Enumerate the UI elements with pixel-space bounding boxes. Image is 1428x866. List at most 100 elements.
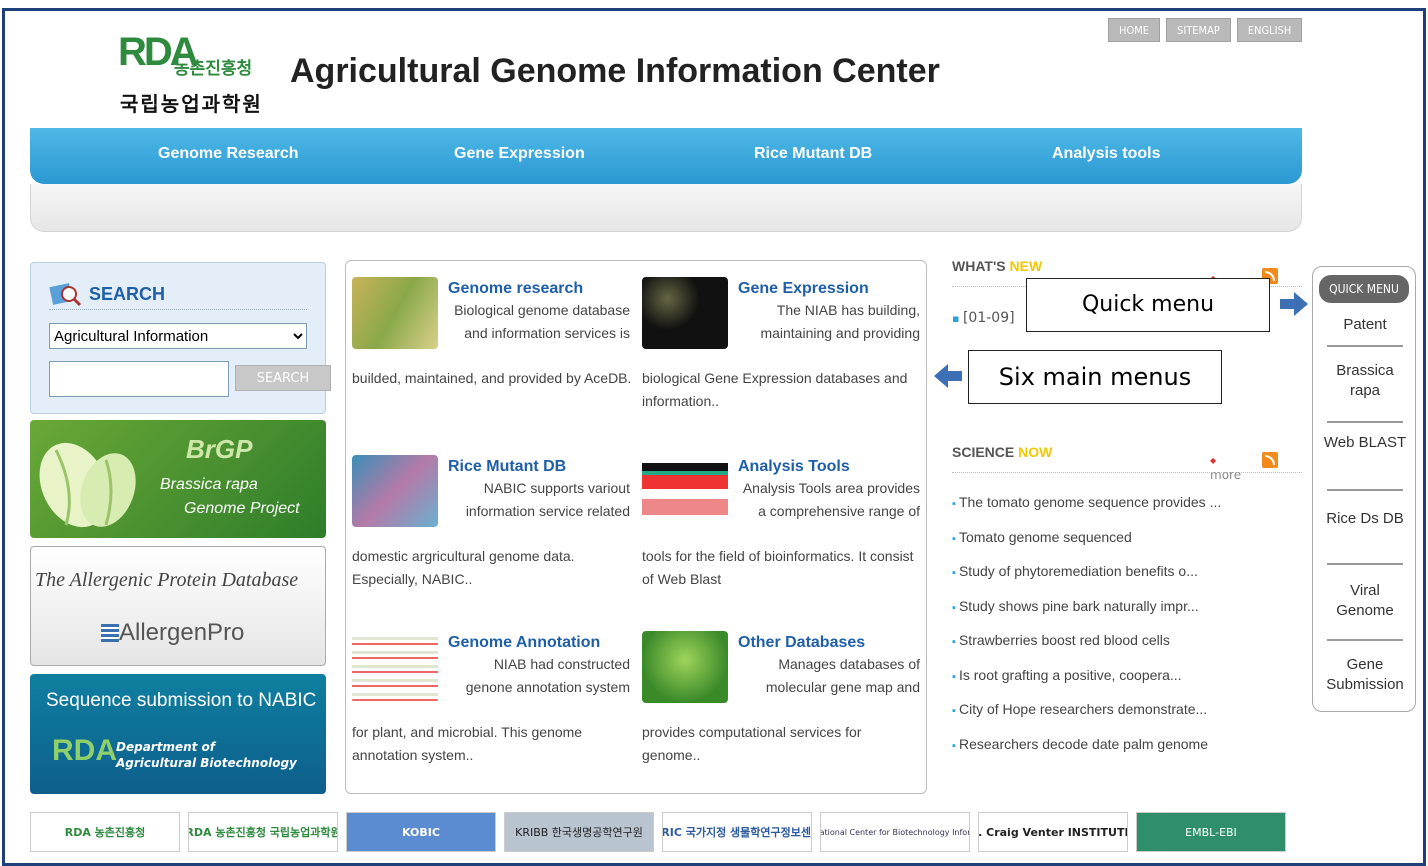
menu-desc: Manages databases of molecular gene map …: [765, 656, 920, 695]
home-link[interactable]: HOME: [1108, 18, 1161, 42]
menu-title[interactable]: Genome research: [448, 277, 583, 300]
grid-icon: [101, 624, 119, 642]
brgp-title: BrGP: [186, 434, 253, 464]
menu-desc: Analysis Tools area provides a comprehen…: [742, 480, 920, 519]
seqsub-rda-logo: RDA: [52, 734, 117, 767]
menu-gene-expression[interactable]: Gene Expression The NIAB has building, m…: [642, 277, 924, 437]
nav-analysis-tools[interactable]: Analysis tools: [1052, 145, 1160, 163]
quick-item-rice-ds-db[interactable]: Rice Ds DB: [1323, 509, 1407, 529]
partner-logo-ncbi[interactable]: NCBI National Center for Biotechnology I…: [820, 812, 970, 852]
quick-menu-callout: Quick menu: [1026, 278, 1270, 332]
science-now-divider: [952, 472, 1302, 473]
site-title: Agricultural Genome Information Center: [290, 52, 940, 90]
quick-divider: [1327, 421, 1403, 423]
menu-desc: The NIAB has building, maintaining and p…: [760, 302, 920, 341]
search-panel: SEARCH Agricultural Information SEARCH: [30, 262, 331, 414]
search-input[interactable]: [49, 361, 229, 397]
seqsub-dept-line1: Department of: [116, 740, 216, 754]
six-main-menus-callout: Six main menus: [968, 350, 1222, 404]
news-item[interactable]: Researchers decode date palm genome: [952, 736, 1312, 771]
news-item[interactable]: City of Hope researchers demonstrate...: [952, 701, 1312, 736]
news-item[interactable]: Is root grafting a positive, coopera...: [952, 667, 1312, 702]
partner-logo-rda-naas[interactable]: RDA 농촌진흥청 국립농업과학원: [188, 812, 338, 852]
right-arrow-icon: [1280, 292, 1308, 316]
news-item[interactable]: Tomato genome sequenced: [952, 529, 1312, 564]
partner-logo-kobic[interactable]: KOBIC: [346, 812, 496, 852]
logo-korean-top: 농촌진흥청: [174, 59, 253, 79]
search-button[interactable]: SEARCH: [235, 365, 331, 391]
allergen-logo-text: AllergenPro: [101, 619, 244, 647]
quick-item-gene-submission[interactable]: Gene Submission: [1323, 655, 1407, 695]
genome-annotation-thumbnail: [352, 631, 438, 703]
menu-desc-cont: builded, maintained, and provided by Ace…: [352, 370, 632, 386]
menu-title[interactable]: Gene Expression: [738, 277, 869, 300]
nav-gene-expression[interactable]: Gene Expression: [454, 145, 585, 163]
science-now-section: SCIENCE NOW more The tomato genome seque…: [952, 444, 1302, 752]
science-now-more-link[interactable]: more: [1210, 454, 1241, 482]
menu-desc-cont: domestic argricultural genome data. Espe…: [352, 548, 575, 587]
seqsub-title: Sequence submission to NABIC: [46, 690, 317, 711]
menu-analysis-tools[interactable]: Analysis Tools Analysis Tools area provi…: [642, 455, 924, 615]
sub-nav-bar: [30, 184, 1302, 232]
brgp-line2: Genome Project: [184, 500, 300, 517]
quick-divider: [1327, 563, 1403, 565]
menu-desc: Biological genome database and informati…: [454, 302, 630, 341]
quick-divider: [1327, 489, 1403, 491]
quick-item-web-blast[interactable]: Web BLAST: [1323, 433, 1407, 453]
menu-title[interactable]: Rice Mutant DB: [448, 455, 566, 478]
sequence-submission-banner[interactable]: Sequence submission to NABIC RDA Departm…: [30, 674, 326, 794]
news-item[interactable]: Study of phytoremediation benefits o...: [952, 563, 1312, 598]
partner-logo-bric[interactable]: BRIC 국가지정 생물학연구정보센터: [662, 812, 812, 852]
search-title: SEARCH: [49, 281, 165, 307]
menu-desc: NABIC supports variout information servi…: [465, 480, 630, 519]
nav-genome-research[interactable]: Genome Research: [158, 145, 299, 163]
analysis-tools-thumbnail: [642, 455, 728, 527]
top-links: HOME SITEMAP ENGLISH: [1108, 18, 1303, 42]
menu-desc: NIAB had constructed genone annotation s…: [465, 656, 630, 695]
partner-logo-kribb[interactable]: KRIBB 한국생명공학연구원: [504, 812, 654, 852]
quick-divider: [1327, 345, 1403, 347]
quick-item-patent[interactable]: Patent: [1323, 315, 1407, 335]
partner-logo-rda[interactable]: RDA 농촌진흥청: [30, 812, 180, 852]
whats-new-item[interactable]: [01-09]: [952, 310, 1015, 326]
quick-item-brassica-rapa[interactable]: Brassica rapa: [1323, 361, 1407, 401]
search-divider: [49, 309, 307, 310]
sitemap-link[interactable]: SITEMAP: [1166, 18, 1231, 42]
menu-title[interactable]: Analysis Tools: [738, 455, 850, 478]
cabbage-image: [39, 442, 136, 528]
partner-logo-embl-ebi[interactable]: EMBL-EBI: [1136, 812, 1286, 852]
search-category-select[interactable]: Agricultural Information: [49, 323, 307, 349]
menu-desc-cont: for plant, and microbial. This genome an…: [352, 724, 583, 763]
menu-desc-cont: tools for the field of bioinformatics. I…: [642, 548, 914, 587]
gene-expression-thumbnail: [642, 277, 728, 349]
news-item[interactable]: The tomato genome sequence provides ...: [952, 494, 1312, 529]
menu-desc-cont: provides computational services for geno…: [642, 724, 862, 763]
main-menus-panel: Genome research Biological genome databa…: [345, 260, 927, 794]
quick-menu-panel: QUICK MENU Patent Brassica rapa Web BLAS…: [1312, 266, 1416, 712]
quick-item-viral-genome[interactable]: Viral Genome: [1323, 581, 1407, 621]
left-arrow-icon: [934, 364, 962, 388]
menu-desc-cont: biological Gene Expression databases and…: [642, 370, 908, 409]
science-now-title: SCIENCE NOW: [952, 444, 1053, 460]
menu-title[interactable]: Genome Annotation: [448, 631, 600, 654]
rice-mutant-thumbnail: [352, 455, 438, 527]
nav-rice-mutant-db[interactable]: Rice Mutant DB: [754, 145, 872, 163]
menu-title[interactable]: Other Databases: [738, 631, 865, 654]
menu-genome-annotation[interactable]: Genome Annotation NIAB had constructed g…: [352, 631, 634, 791]
quick-menu-header: QUICK MENU: [1319, 275, 1409, 303]
allergen-title: The Allergenic Protein Database: [35, 569, 299, 591]
menu-other-databases[interactable]: Other Databases Manages databases of mol…: [642, 631, 924, 791]
quick-divider: [1327, 639, 1403, 641]
science-now-list: The tomato genome sequence provides ... …: [952, 494, 1312, 770]
news-item[interactable]: Study shows pine bark naturally impr...: [952, 598, 1312, 633]
partner-logo-jcvi[interactable]: J. Craig Venter INSTITUTE: [978, 812, 1128, 852]
rda-logo[interactable]: RDA 농촌진흥청 국립농업과학원: [118, 30, 278, 120]
whats-new-section: WHAT'S NEW more [01-09]: [952, 258, 1302, 326]
allergenpro-banner[interactable]: The Allergenic Protein Database Allergen…: [30, 546, 326, 666]
menu-rice-mutant-db[interactable]: Rice Mutant DB NABIC supports variout in…: [352, 455, 634, 615]
news-item[interactable]: Strawberries boost red blood cells: [952, 632, 1312, 667]
rss-icon[interactable]: [1262, 452, 1278, 468]
menu-genome-research[interactable]: Genome research Biological genome databa…: [352, 277, 634, 437]
english-link[interactable]: ENGLISH: [1236, 18, 1303, 42]
brgp-banner[interactable]: BrGP Brassica rapa Genome Project: [30, 420, 326, 538]
